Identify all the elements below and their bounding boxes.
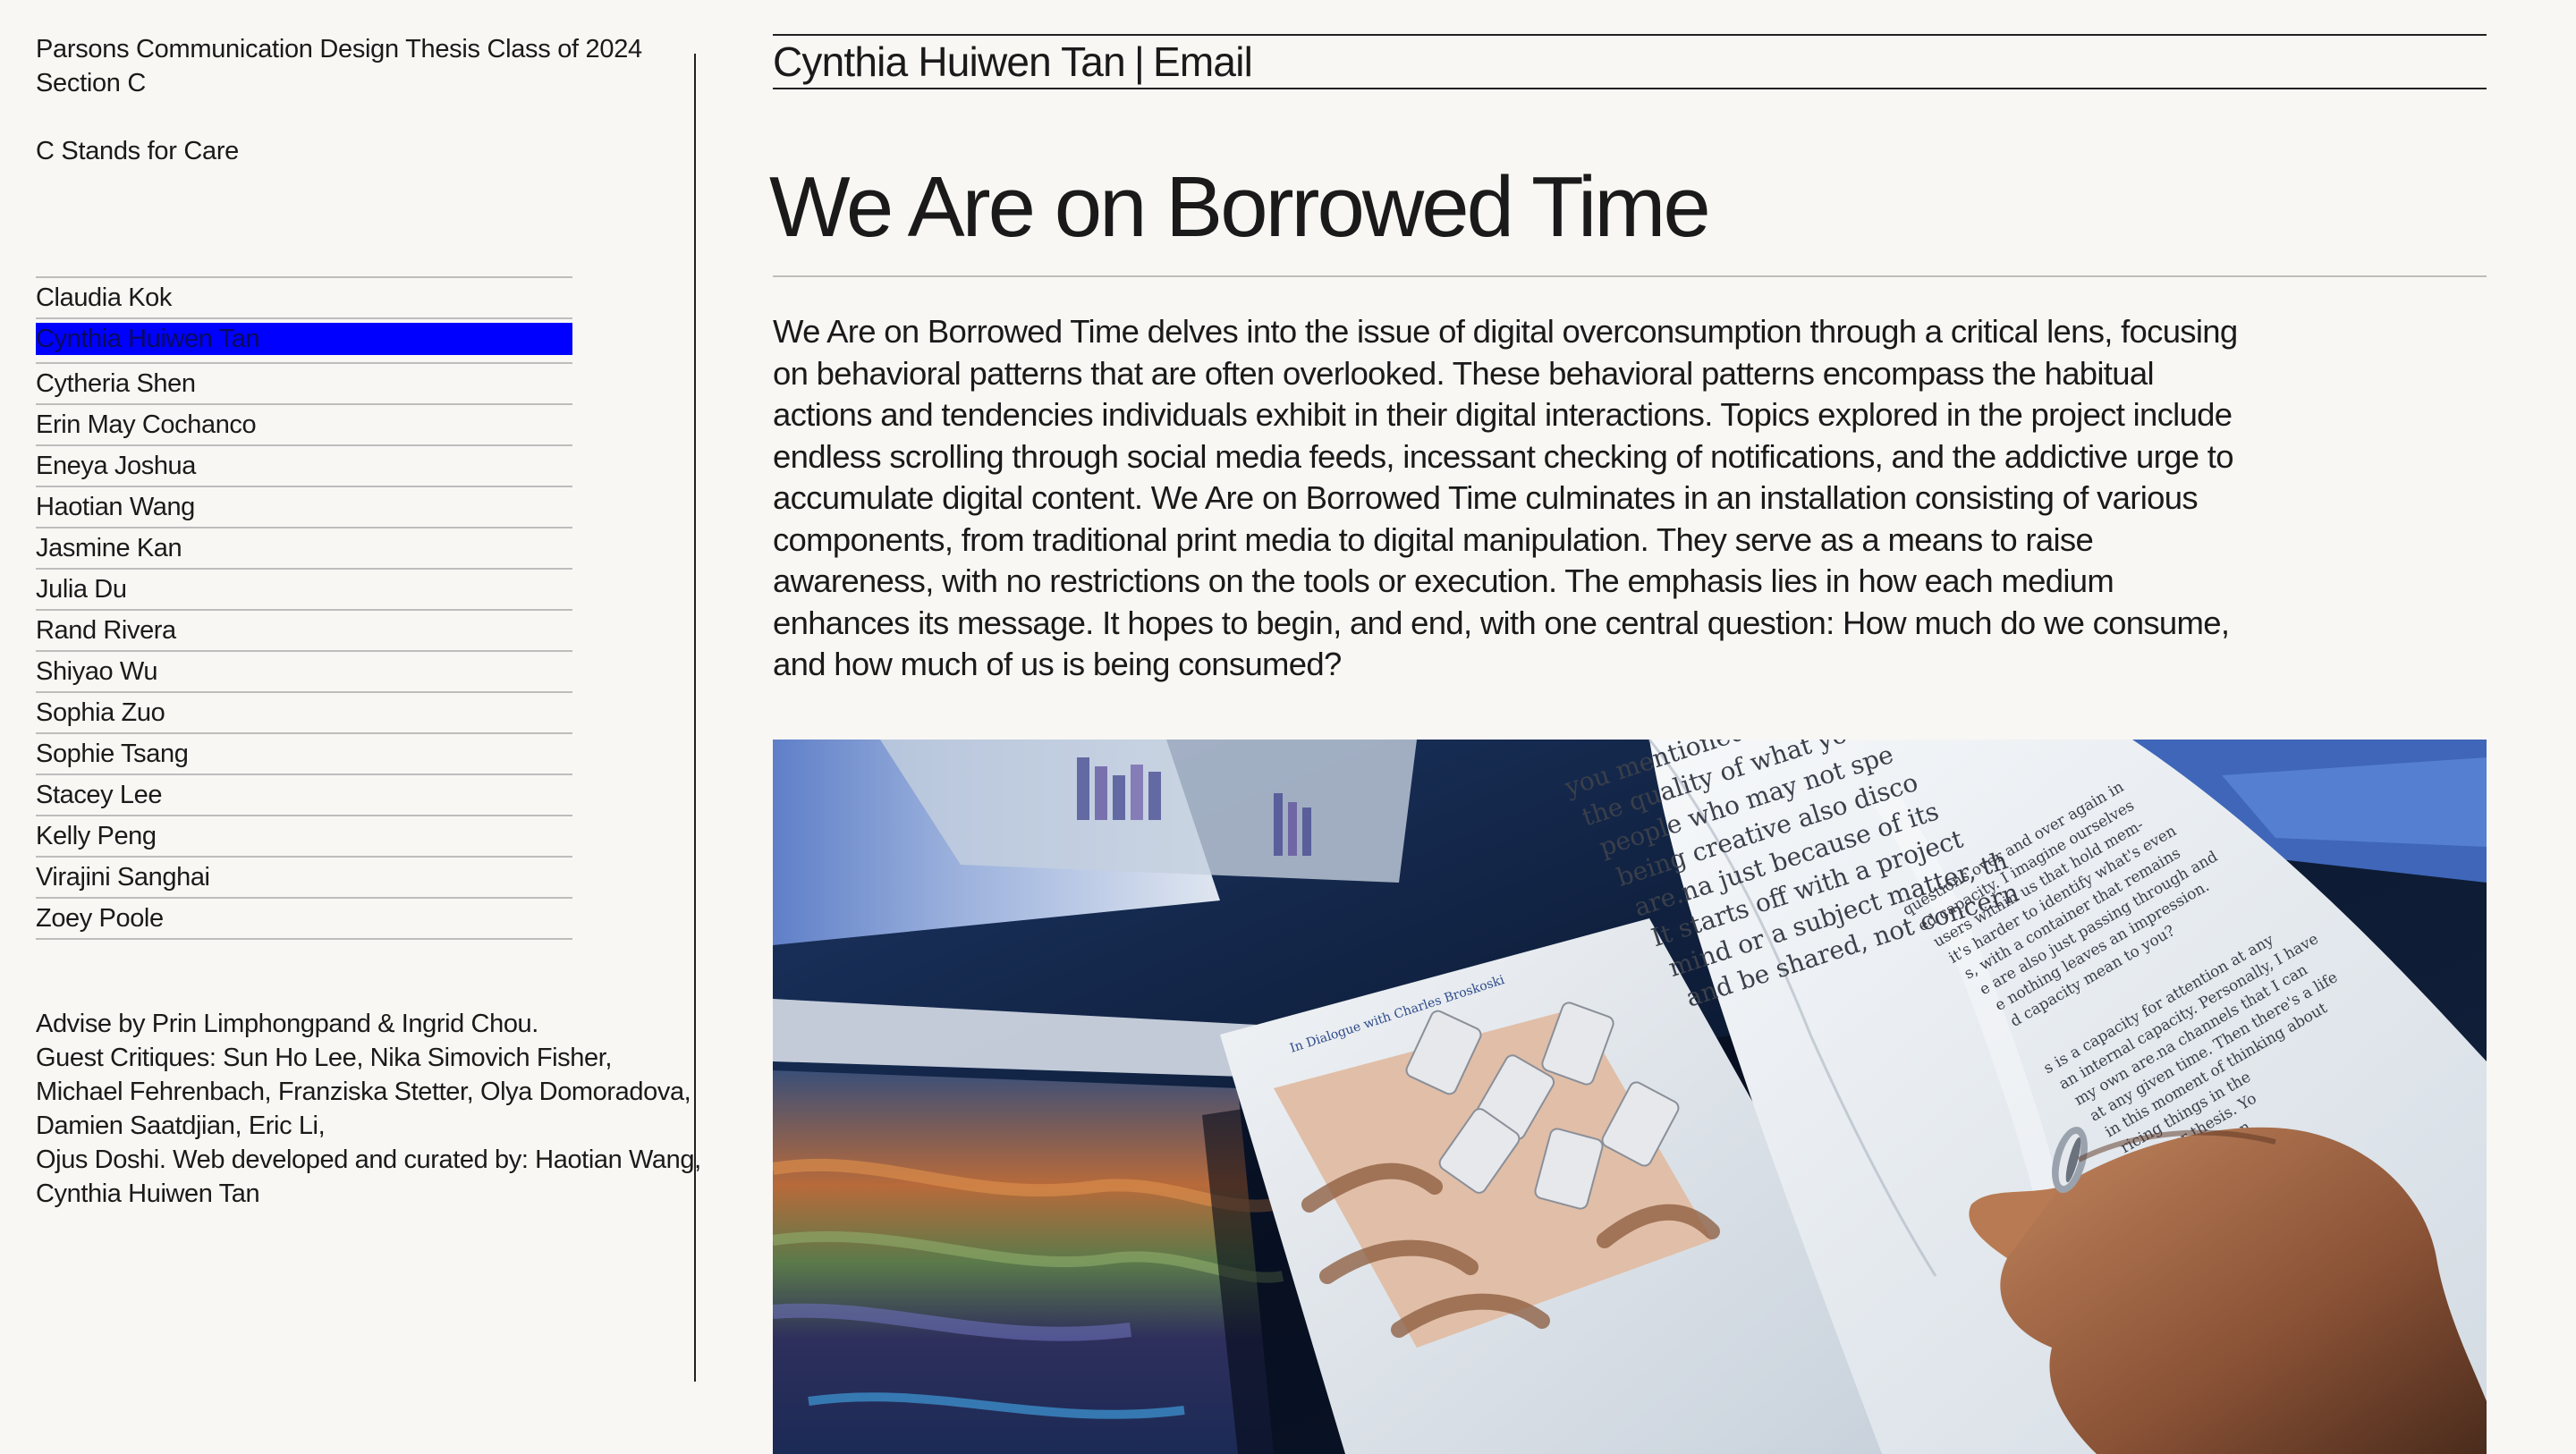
credits-line: Damien Saatdjian, Eric Li, — [36, 1112, 326, 1140]
student-link-sophie-tsang[interactable]: Sophie Tsang — [36, 734, 572, 775]
student-name-label: Shiyao Wu — [36, 657, 158, 686]
header-separator: | — [1133, 38, 1145, 85]
project-hero-image: In Dialogue with Charles Broskoski you m… — [773, 740, 2487, 1454]
student-link-eneya-joshua[interactable]: Eneya Joshua — [36, 446, 572, 487]
student-list: Claudia Kok Cynthia Huiwen Tan Cytheria Sh… — [36, 276, 572, 940]
student-link-julia-du[interactable]: Julia Du — [36, 570, 572, 611]
project-title: We Are on Borrowed Time — [769, 159, 1711, 255]
column-divider — [694, 54, 696, 1382]
student-name-label: Cytheria Shen — [36, 369, 196, 398]
hero-photo: In Dialogue with Charles Broskoski you m… — [773, 740, 2487, 1454]
student-link-zoey-poole[interactable]: Zoey Poole — [36, 899, 572, 940]
credits: Advise by Prin Limphongpand & Ingrid Cho… — [36, 1007, 701, 1211]
student-name-label: Jasmine Kan — [36, 534, 182, 562]
student-link-virajini-sanghai[interactable]: Virajini Sanghai — [36, 858, 572, 899]
student-name-label: Erin May Cochanco — [36, 410, 257, 439]
student-name-label: Zoey Poole — [36, 904, 164, 933]
student-link-claudia-kok[interactable]: Claudia Kok — [36, 278, 572, 319]
credits-line: Advise by Prin Limphongpand & Ingrid Cho… — [36, 1010, 538, 1038]
page: Parsons Communication Design Thesis Clas… — [0, 0, 2576, 1454]
student-link-cynthia-huiwen-tan[interactable]: Cynthia Huiwen Tan — [36, 323, 572, 364]
student-link-erin-may-cochanco[interactable]: Erin May Cochanco — [36, 405, 572, 446]
site-title[interactable]: Parsons Communication Design Thesis Clas… — [36, 32, 662, 100]
student-link-sophia-zuo[interactable]: Sophia Zuo — [36, 693, 572, 734]
student-name-label: Haotian Wang — [36, 493, 195, 521]
student-link-haotian-wang[interactable]: Haotian Wang — [36, 487, 572, 528]
email-link[interactable]: Email — [1153, 35, 1253, 89]
student-link-cytheria-shen[interactable]: Cytheria Shen — [36, 364, 572, 405]
credits-line: Cynthia Huiwen Tan — [36, 1179, 260, 1208]
student-name: Cynthia Huiwen Tan — [773, 38, 1126, 85]
student-link-kelly-peng[interactable]: Kelly Peng — [36, 816, 572, 858]
student-header: Cynthia Huiwen Tan | Email — [773, 34, 2487, 89]
project-description: We Are on Borrowed Time delves into the … — [773, 313, 2238, 682]
student-name-label: Cynthia Huiwen Tan — [36, 323, 572, 355]
student-name-label: Julia Du — [36, 575, 127, 604]
credits-line: Michael Fehrenbach, Franziska Stetter, O… — [36, 1078, 691, 1106]
student-link-rand-rivera[interactable]: Rand Rivera — [36, 611, 572, 652]
student-name-label: Stacey Lee — [36, 781, 163, 809]
student-link-shiyao-wu[interactable]: Shiyao Wu — [36, 652, 572, 693]
site-title-line2: Section C — [36, 69, 147, 97]
student-name-label: Claudia Kok — [36, 283, 172, 312]
student-name-label: Kelly Peng — [36, 822, 157, 850]
site-title-line1: Parsons Communication Design Thesis Clas… — [36, 35, 642, 63]
site-tagline: C Stands for Care — [36, 137, 239, 165]
student-link-jasmine-kan[interactable]: Jasmine Kan — [36, 528, 572, 570]
student-name-label: Sophia Zuo — [36, 698, 165, 727]
credits-line: Guest Critiques: Sun Ho Lee, Nika Simovi… — [36, 1044, 613, 1072]
student-name-label: Rand Rivera — [36, 616, 176, 645]
student-name-label: Sophie Tsang — [36, 740, 189, 768]
student-name-label: Eneya Joshua — [36, 452, 196, 480]
title-divider — [773, 275, 2487, 277]
left-sidebar: Parsons Communication Design Thesis Clas… — [36, 32, 701, 1208]
student-link-stacey-lee[interactable]: Stacey Lee — [36, 775, 572, 816]
student-name-label: Virajini Sanghai — [36, 863, 210, 892]
credits-line: Ojus Doshi. Web developed and curated by… — [36, 1145, 701, 1174]
